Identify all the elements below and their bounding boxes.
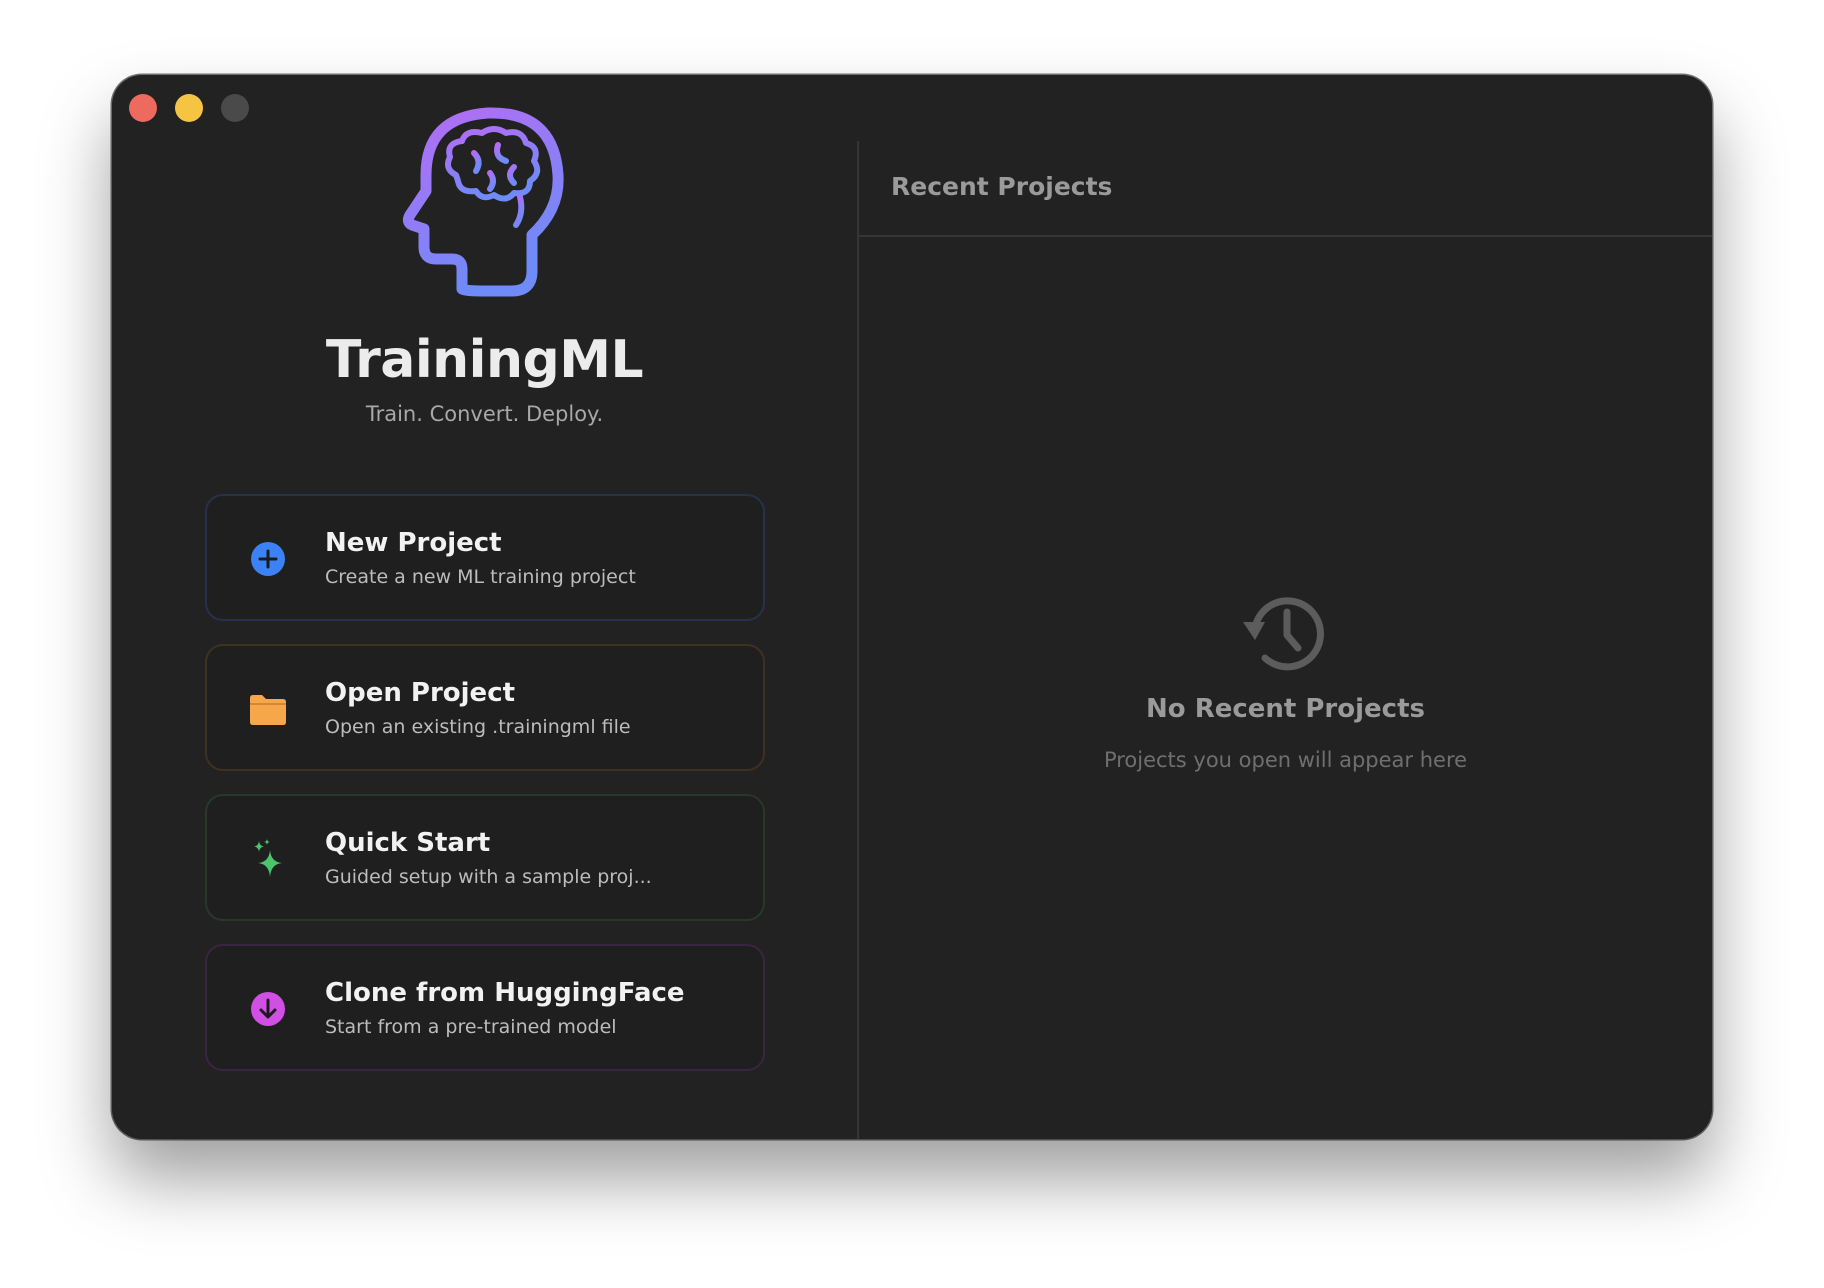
brain-head-icon	[402, 107, 564, 297]
empty-title: No Recent Projects	[1146, 694, 1425, 724]
sparkles-icon	[254, 839, 282, 877]
action-title: Clone from HuggingFace	[325, 978, 685, 1008]
app-window: TrainingML Train. Convert. Deploy. New P…	[112, 75, 1712, 1139]
action-title: Quick Start	[325, 828, 491, 858]
welcome-pane: TrainingML Train. Convert. Deploy. New P…	[112, 75, 857, 1139]
quick-start-button[interactable]: Quick Start Guided setup with a sample p…	[205, 794, 765, 921]
action-list: New Project Create a new ML training pro…	[205, 494, 765, 1094]
header-divider	[859, 235, 1712, 237]
recent-projects-header: Recent Projects	[891, 172, 1113, 201]
open-project-button[interactable]: Open Project Open an existing .trainingm…	[205, 644, 765, 771]
action-title: New Project	[325, 528, 502, 558]
recent-projects-pane: Recent Projects No Recent Projects Proje…	[859, 75, 1712, 1139]
new-project-button[interactable]: New Project Create a new ML training pro…	[205, 494, 765, 621]
action-subtitle: Guided setup with a sample proj...	[325, 866, 652, 888]
action-subtitle: Create a new ML training project	[325, 566, 636, 588]
empty-state: No Recent Projects Projects you open wil…	[859, 588, 1712, 772]
action-subtitle: Start from a pre-trained model	[325, 1016, 617, 1038]
folder-icon	[250, 695, 286, 725]
download-circle-icon	[251, 992, 285, 1026]
clone-huggingface-button[interactable]: Clone from HuggingFace Start from a pre-…	[205, 944, 765, 1071]
app-title: TrainingML	[325, 330, 644, 390]
action-title: Open Project	[325, 678, 516, 708]
plus-circle-icon	[251, 542, 285, 576]
action-subtitle: Open an existing .trainingml file	[325, 716, 631, 738]
history-icon	[1242, 597, 1324, 671]
empty-subtitle: Projects you open will appear here	[1103, 748, 1468, 772]
app-tagline: Train. Convert. Deploy.	[365, 402, 604, 426]
